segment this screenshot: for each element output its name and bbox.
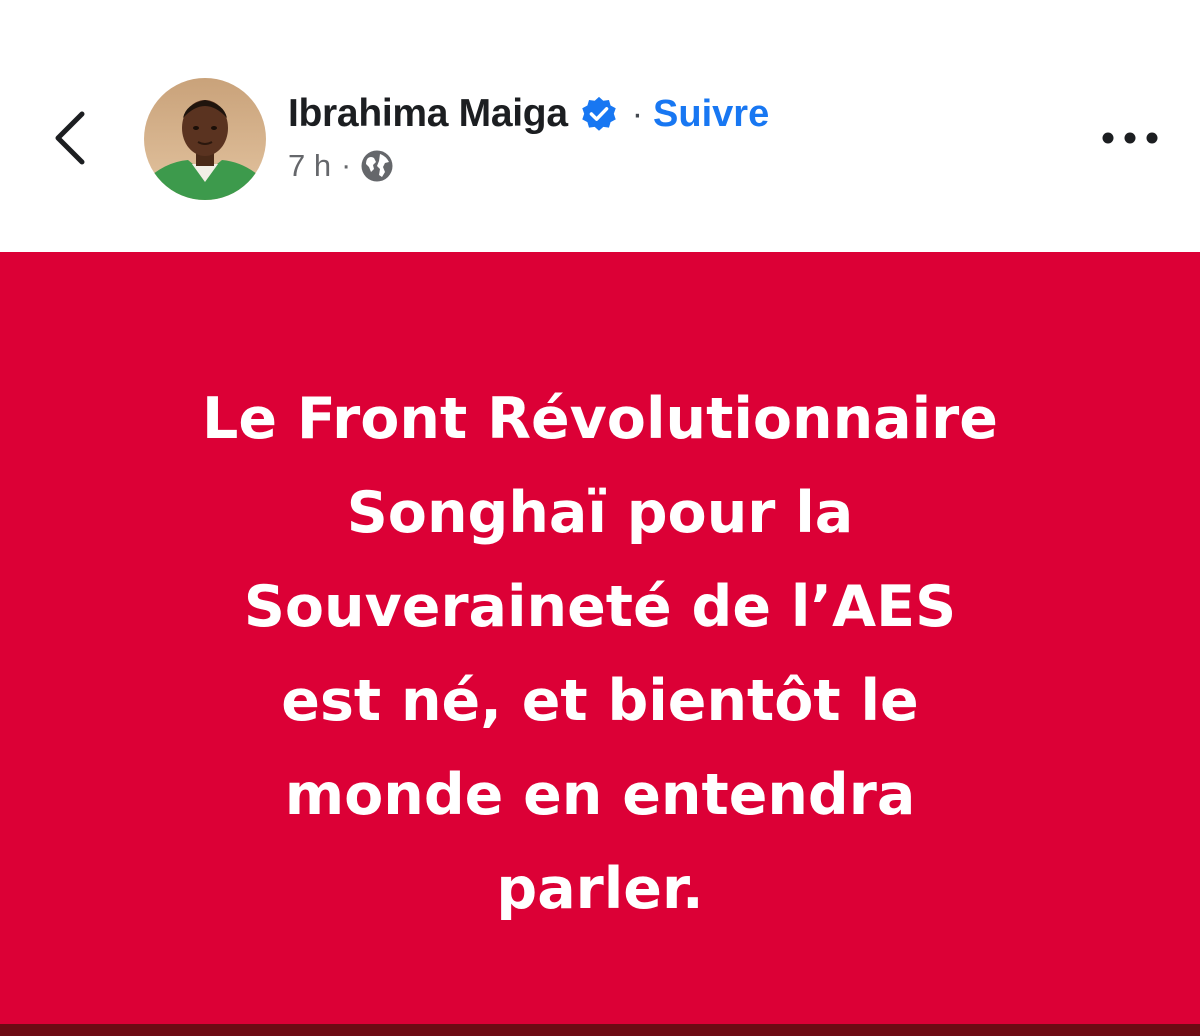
post-meta: 7 h · — [288, 144, 395, 188]
chevron-left-icon — [55, 111, 85, 165]
meta-separator-dot: · — [341, 149, 352, 182]
verified-badge-icon — [581, 96, 616, 131]
separator-dot: · — [631, 94, 644, 133]
post-content: Le Front Révolutionnaire Songhaï pour la… — [0, 252, 1200, 1024]
post-text: Le Front Révolutionnaire Songhaï pour la… — [60, 372, 1140, 936]
avatar[interactable] — [144, 78, 266, 200]
globe-icon — [361, 150, 393, 182]
post-text-line: Songhaï pour la — [346, 480, 854, 546]
post-text-line: est né, et bientôt le — [281, 668, 919, 734]
post-text-line: parler. — [496, 856, 704, 922]
post-view: Ibrahima Maiga · Suivre 7 h · Le Front R… — [0, 0, 1200, 1036]
post-text-line: Souveraineté de l’AES — [243, 574, 957, 640]
author-line: Ibrahima Maiga · Suivre — [288, 82, 769, 146]
post-text-line: Le Front Révolutionnaire — [202, 386, 998, 452]
more-options-icon — [1102, 132, 1158, 144]
follow-button[interactable]: Suivre — [653, 93, 769, 136]
post-text-line: monde en entendra — [284, 762, 916, 828]
back-button[interactable] — [40, 100, 100, 176]
more-options-button[interactable] — [1090, 116, 1170, 160]
profile-photo — [144, 78, 266, 200]
bottom-edge — [0, 1024, 1200, 1036]
author-name[interactable]: Ibrahima Maiga — [288, 92, 568, 136]
post-time[interactable]: 7 h — [288, 148, 331, 184]
post-header: Ibrahima Maiga · Suivre 7 h · — [0, 0, 1200, 252]
